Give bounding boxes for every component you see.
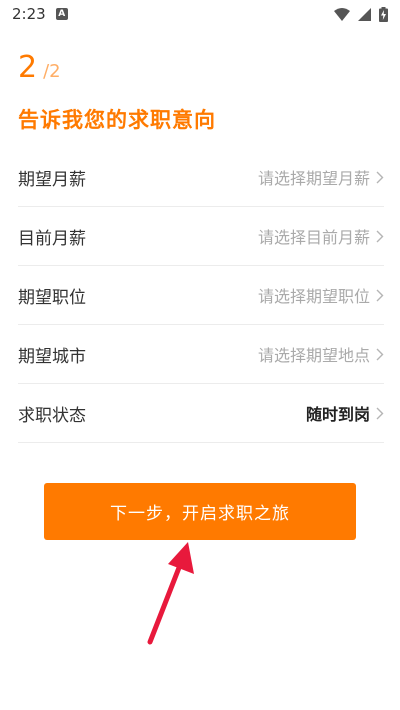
row-right: 请选择期望职位 [258, 283, 384, 307]
row-label: 期望职位 [18, 287, 86, 308]
chevron-right-icon [376, 407, 384, 420]
chevron-right-icon [376, 230, 384, 243]
status-left: 2:23 A [12, 5, 68, 23]
chevron-right-icon [376, 171, 384, 184]
wifi-icon [334, 7, 350, 21]
current-salary-value: 请选择目前月薪 [257, 228, 370, 247]
row-label: 期望月薪 [18, 169, 86, 190]
expected-city-value: 请选择期望地点 [257, 346, 370, 365]
annotation-arrow-icon [140, 540, 200, 654]
a-icon: A [55, 8, 68, 20]
row-right: 请选择期望地点 [258, 342, 384, 366]
chevron-right-icon [376, 289, 384, 302]
row-right: 请选择目前月薪 [258, 224, 384, 248]
battery-charging-icon [379, 6, 388, 22]
job-status-value: 随时到岗 [305, 405, 370, 424]
row-label: 求职状态 [18, 405, 86, 426]
row-right: 请选择期望月薪 [258, 165, 384, 189]
step-total: /2 [43, 61, 61, 82]
expected-salary-row[interactable]: 期望月薪 请选择期望月薪 [18, 148, 384, 207]
chevron-right-icon [376, 348, 384, 361]
expected-position-row[interactable]: 期望职位 请选择期望职位 [18, 266, 384, 325]
job-intention-form: 期望月薪 请选择期望月薪 目前月薪 请选择目前月薪 期望职位 请选择期望职位 期… [18, 148, 384, 443]
row-label: 期望城市 [18, 346, 86, 367]
status-right [334, 6, 388, 22]
signal-icon [358, 7, 371, 21]
page-title: 告诉我您的求职意向 [18, 108, 216, 132]
expected-position-value: 请选择期望职位 [257, 287, 370, 306]
current-salary-row[interactable]: 目前月薪 请选择目前月薪 [18, 207, 384, 266]
expected-salary-value: 请选择期望月薪 [257, 169, 370, 188]
step-indicator: 2 /2 [18, 50, 61, 85]
job-status-row[interactable]: 求职状态 随时到岗 [18, 384, 384, 443]
expected-city-row[interactable]: 期望城市 请选择期望地点 [18, 325, 384, 384]
step-current: 2 [18, 50, 38, 85]
status-time: 2:23 [12, 5, 46, 23]
row-right: 随时到岗 [306, 401, 384, 425]
row-label: 目前月薪 [18, 228, 86, 249]
status-bar: 2:23 A [0, 0, 400, 28]
next-step-button[interactable]: 下一步，开启求职之旅 [44, 483, 356, 540]
